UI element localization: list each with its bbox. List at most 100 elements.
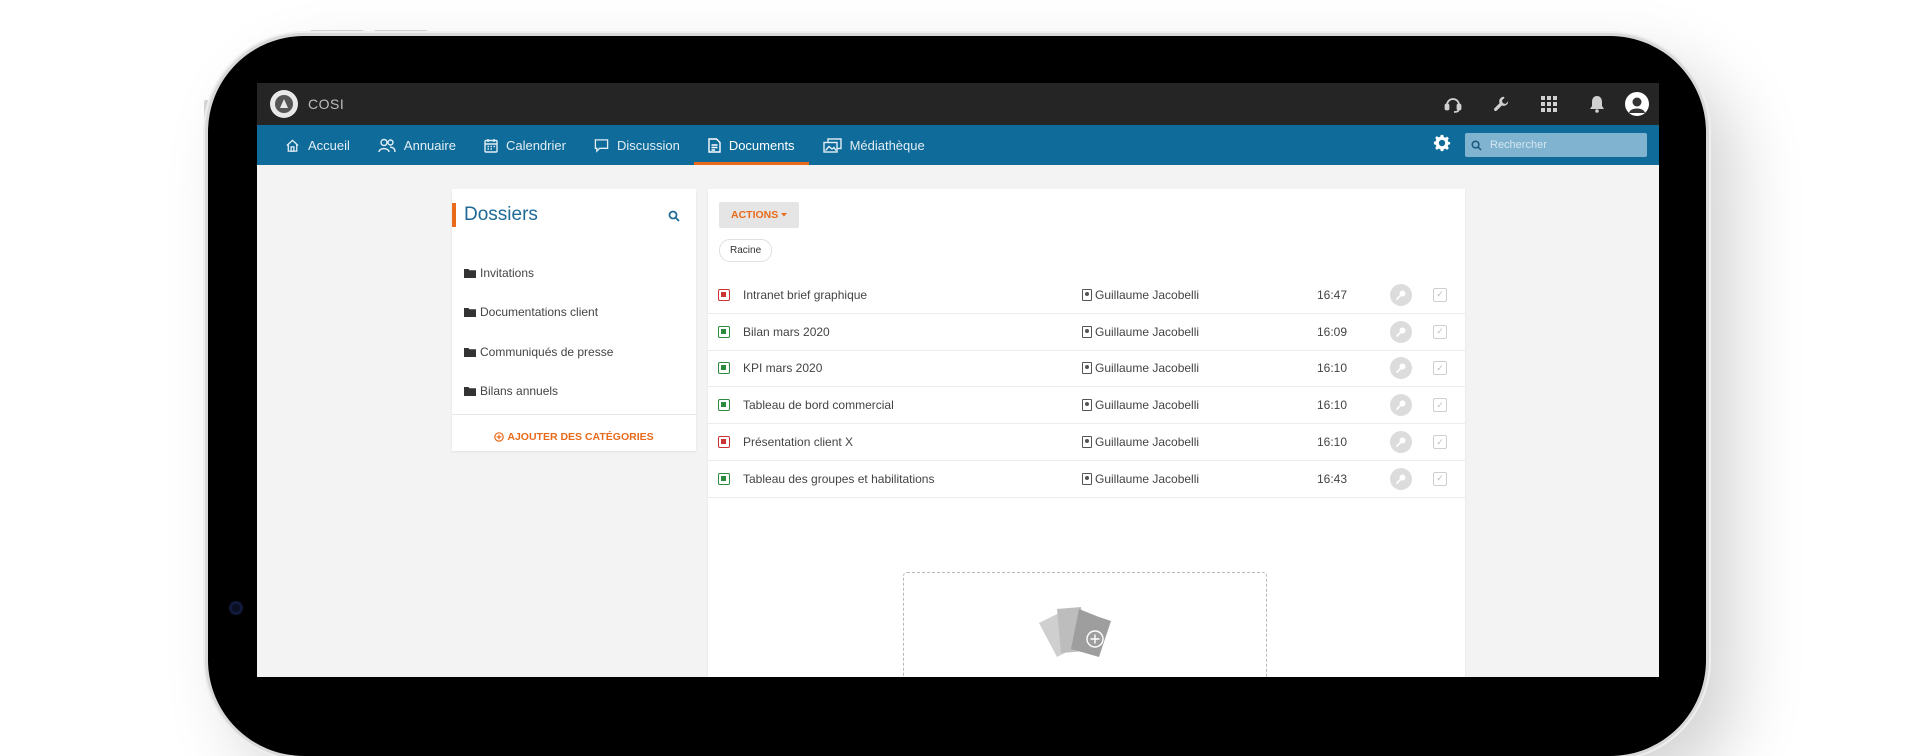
nav-item-calendrier[interactable]: Calendrier: [470, 125, 580, 165]
calendar-icon: [484, 138, 498, 153]
owner-name: Guillaume Jacobelli: [1095, 287, 1200, 302]
key-icon[interactable]: [1390, 394, 1412, 417]
nav-item-annuaire[interactable]: Annuaire: [364, 125, 470, 165]
key-icon[interactable]: [1390, 467, 1412, 490]
upload-files-icon: [1039, 607, 1111, 657]
file-owner: Guillaume Jacobelli: [1082, 435, 1199, 449]
settings-gear-icon[interactable]: [1433, 134, 1451, 157]
row-checkbox[interactable]: ✓: [1433, 471, 1447, 486]
file-time: 16:10: [1317, 398, 1348, 413]
folder-item[interactable]: Bilans annuels: [464, 372, 613, 412]
file-time: 16:10: [1317, 361, 1348, 376]
app-screen: COSI Accueil Annuaire Calendrier Discuss…: [257, 83, 1659, 677]
key-icon[interactable]: [1390, 283, 1412, 306]
file-row[interactable]: Intranet brief graphique Guillaume Jacob…: [708, 277, 1465, 314]
owner-name: Guillaume Jacobelli: [1095, 324, 1200, 339]
support-headset-icon[interactable]: [1429, 83, 1477, 125]
plus-circle-icon: [494, 432, 505, 442]
nav-label: Médiathèque: [849, 137, 925, 153]
actions-dropdown[interactable]: ACTIONS: [719, 202, 800, 228]
row-checkbox[interactable]: ✓: [1433, 287, 1447, 302]
caret-down-icon: [781, 213, 788, 217]
nav-item-accueil[interactable]: Accueil: [271, 125, 364, 165]
file-time: 16:47: [1317, 287, 1348, 302]
breadcrumb[interactable]: Racine: [719, 239, 773, 262]
brand-logo[interactable]: [270, 90, 298, 118]
file-time: 16:09: [1317, 324, 1348, 339]
file-name[interactable]: KPI mars 2020: [743, 361, 822, 375]
divider: [452, 414, 696, 415]
owner-name: Guillaume Jacobelli: [1095, 398, 1200, 413]
excel-file-icon: [718, 325, 730, 338]
folder-label: Invitations: [480, 265, 535, 280]
row-checkbox[interactable]: ✓: [1433, 324, 1447, 339]
nav-item-mediatheque[interactable]: Médiathèque: [809, 125, 939, 165]
file-name[interactable]: Intranet brief graphique: [743, 288, 867, 302]
folder-icon: [464, 308, 476, 318]
add-categories-label: AJOUTER DES CATÉGORIES: [507, 431, 654, 443]
nav-label: Annuaire: [403, 137, 456, 153]
folder-item[interactable]: Documentations client: [464, 293, 613, 333]
user-badge-icon: [1082, 325, 1092, 338]
owner-name: Guillaume Jacobelli: [1095, 435, 1200, 450]
nav-label: Calendrier: [505, 137, 566, 153]
folders-title: Dossiers: [452, 203, 538, 227]
folders-panel: Dossiers Invitations Documentations clie…: [452, 189, 696, 451]
folder-label: Communiqués de presse: [480, 344, 614, 359]
file-name[interactable]: Présentation client X: [743, 435, 853, 449]
folder-search-icon[interactable]: [668, 209, 680, 227]
pdf-file-icon: [718, 436, 730, 449]
file-name[interactable]: Bilan mars 2020: [743, 325, 830, 339]
nav-item-documents[interactable]: Documents: [693, 125, 809, 165]
row-checkbox[interactable]: ✓: [1433, 398, 1447, 413]
excel-file-icon: [718, 399, 730, 412]
main-nav: Accueil Annuaire Calendrier Discussion D…: [257, 125, 1659, 165]
file-name[interactable]: Tableau des groupes et habilitations: [743, 472, 934, 486]
file-owner: Guillaume Jacobelli: [1082, 325, 1199, 339]
front-camera: [229, 601, 243, 615]
top-bar: COSI: [257, 83, 1659, 125]
bell-icon[interactable]: [1573, 83, 1621, 125]
file-row[interactable]: Bilan mars 2020 Guillaume Jacobelli 16:0…: [708, 314, 1465, 351]
file-owner: Guillaume Jacobelli: [1082, 398, 1199, 412]
file-row[interactable]: Tableau de bord commercial Guillaume Jac…: [708, 387, 1465, 425]
user-badge-icon: [1082, 288, 1092, 301]
upload-dropzone[interactable]: [903, 572, 1267, 677]
key-icon[interactable]: [1390, 320, 1412, 343]
file-time: 16:10: [1317, 435, 1348, 450]
key-icon[interactable]: [1390, 357, 1412, 380]
key-icon[interactable]: [1390, 431, 1412, 454]
file-row[interactable]: Tableau des groupes et habilitations Gui…: [708, 461, 1465, 498]
device-button-top-1: [310, 30, 364, 34]
folder-label: Bilans annuels: [480, 384, 559, 399]
excel-file-icon: [718, 362, 730, 375]
device-button-top-2: [374, 30, 428, 34]
search-box: [1465, 133, 1647, 157]
wrench-icon[interactable]: [1477, 83, 1525, 125]
users-icon: [378, 138, 396, 152]
row-checkbox[interactable]: ✓: [1433, 435, 1447, 450]
add-categories-button[interactable]: AJOUTER DES CATÉGORIES: [452, 431, 696, 443]
user-badge-icon: [1082, 362, 1092, 375]
excel-file-icon: [718, 472, 730, 485]
folder-icon: [464, 347, 476, 357]
nav-item-discussion[interactable]: Discussion: [580, 125, 694, 165]
file-row[interactable]: Présentation client X Guillaume Jacobell…: [708, 424, 1465, 461]
pdf-file-icon: [718, 288, 730, 301]
owner-name: Guillaume Jacobelli: [1095, 361, 1200, 376]
folder-item[interactable]: Invitations: [464, 253, 613, 293]
brand-name: COSI: [308, 96, 345, 112]
file-owner: Guillaume Jacobelli: [1082, 361, 1199, 375]
folder-item[interactable]: Communiqués de presse: [464, 332, 613, 372]
file-row[interactable]: KPI mars 2020 Guillaume Jacobelli 16:10 …: [708, 351, 1465, 388]
file-name[interactable]: Tableau de bord commercial: [743, 398, 894, 412]
apps-grid-icon[interactable]: [1525, 83, 1573, 125]
nav-label: Accueil: [308, 137, 350, 153]
search-icon: [1471, 139, 1482, 151]
user-avatar[interactable]: [1625, 92, 1649, 116]
search-input[interactable]: [1488, 138, 1632, 152]
row-checkbox[interactable]: ✓: [1433, 361, 1447, 376]
media-icon: [822, 137, 842, 153]
user-badge-icon: [1082, 472, 1092, 485]
file-owner: Guillaume Jacobelli: [1082, 288, 1199, 302]
